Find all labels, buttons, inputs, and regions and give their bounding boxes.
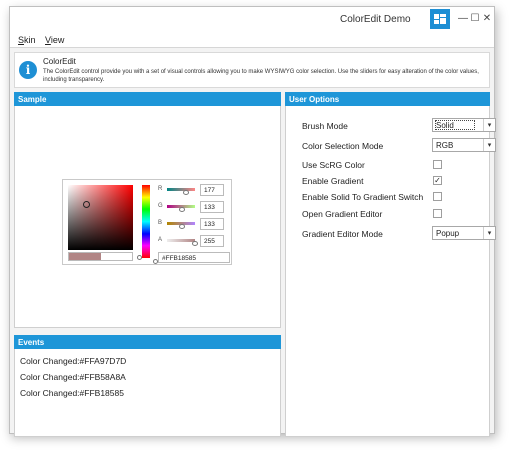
menu-view[interactable]: View xyxy=(45,35,64,45)
color-selection-mode-dropdown[interactable]: RGB ▾ xyxy=(432,138,496,152)
color-editor: R 177 G 133 B 133 A 255 #FFB18585 xyxy=(62,179,232,265)
menu-view-label: iew xyxy=(50,35,65,45)
menu-bar: Skin View xyxy=(10,31,494,48)
open-gradient-editor-checkbox[interactable] xyxy=(433,209,442,218)
enable-gradient-checkbox[interactable]: ✓ xyxy=(433,176,442,185)
gradient-editor-mode-dropdown[interactable]: Popup ▾ xyxy=(432,226,496,240)
info-description: The ColorEdit control provide you with a… xyxy=(43,69,479,83)
chevron-down-icon[interactable]: ▾ xyxy=(483,139,495,151)
sample-panel: Sample R 177 G 133 B 133 A 255 #FFB18585 xyxy=(14,92,281,328)
channel-label-r: R xyxy=(158,186,163,192)
user-options-panel: User Options Brush Mode Solid ▾ Color Se… xyxy=(285,92,496,437)
close-button[interactable]: ✕ xyxy=(481,11,493,25)
sample-panel-header: Sample xyxy=(14,92,281,106)
chevron-down-icon[interactable]: ▾ xyxy=(483,119,495,131)
alpha-value-input[interactable]: 255 xyxy=(200,235,224,247)
event-log-line: Color Changed:#FFA97D7D xyxy=(20,356,127,366)
event-log-line: Color Changed:#FFB18585 xyxy=(20,388,124,398)
hue-slider[interactable] xyxy=(142,185,150,258)
hue-slider-thumb[interactable] xyxy=(137,255,142,260)
title-bar: ColorEdit Demo — ☐ ✕ xyxy=(10,7,494,31)
gradient-editor-mode-label: Gradient Editor Mode xyxy=(302,229,383,239)
channel-row-a: A 255 xyxy=(158,235,230,249)
color-selection-mode-value: RGB xyxy=(436,141,454,150)
events-header: Events xyxy=(14,335,281,349)
green-value-input[interactable]: 133 xyxy=(200,201,224,213)
user-options-header: User Options xyxy=(285,92,490,106)
channel-label-a: A xyxy=(158,237,163,243)
color-selection-mode-label: Color Selection Mode xyxy=(302,141,384,151)
blue-slider-thumb[interactable] xyxy=(178,224,185,229)
open-gradient-editor-label: Open Gradient Editor xyxy=(302,209,383,219)
events-panel: Events Color Changed:#FFA97D7D Color Cha… xyxy=(14,335,281,437)
alpha-slider-thumb[interactable] xyxy=(192,241,198,246)
brush-mode-value: Solid xyxy=(436,121,454,130)
use-scrgb-label: Use ScRG Color xyxy=(302,160,365,170)
saturation-value-thumb[interactable] xyxy=(83,201,90,208)
red-slider[interactable] xyxy=(167,188,195,191)
info-icon: i xyxy=(19,61,37,79)
current-color-swatch xyxy=(69,253,101,260)
channel-row-r: R 177 xyxy=(158,184,230,198)
enable-gradient-label: Enable Gradient xyxy=(302,176,364,186)
channel-label-g: G xyxy=(158,203,163,209)
menu-skin[interactable]: Skin xyxy=(18,35,36,45)
app-logo-icon[interactable] xyxy=(430,9,450,29)
brush-mode-label: Brush Mode xyxy=(302,121,348,131)
red-slider-thumb[interactable] xyxy=(183,190,190,195)
enable-solid-to-gradient-label: Enable Solid To Gradient Switch xyxy=(302,192,424,202)
alpha-slider[interactable] xyxy=(167,239,195,242)
maximize-button[interactable]: ☐ xyxy=(469,11,481,25)
app-window: ColorEdit Demo — ☐ ✕ Skin View i ColorEd… xyxy=(9,6,496,437)
saturation-value-picker[interactable] xyxy=(68,185,133,250)
color-preview xyxy=(68,252,133,261)
menu-skin-label: kin xyxy=(24,35,36,45)
enable-solid-to-gradient-checkbox[interactable] xyxy=(433,192,442,201)
gradient-editor-mode-value: Popup xyxy=(436,229,460,238)
window-title: ColorEdit Demo xyxy=(340,14,411,25)
info-title: ColorEdit xyxy=(43,57,76,66)
brush-mode-dropdown[interactable]: Solid ▾ xyxy=(432,118,496,132)
use-scrgb-checkbox[interactable] xyxy=(433,160,442,169)
blue-value-input[interactable]: 133 xyxy=(200,218,224,230)
minimize-button[interactable]: — xyxy=(457,11,469,25)
channel-label-b: B xyxy=(158,220,163,226)
green-slider-thumb[interactable] xyxy=(178,207,185,212)
hex-value-input[interactable]: #FFB18585 xyxy=(158,252,230,263)
channel-row-g: G 133 xyxy=(158,201,230,215)
event-log-line: Color Changed:#FFB58A8A xyxy=(20,372,126,382)
channel-row-b: B 133 xyxy=(158,218,230,232)
red-value-input[interactable]: 177 xyxy=(200,184,224,196)
info-bar: i ColorEdit The ColorEdit control provid… xyxy=(14,52,490,88)
chevron-down-icon[interactable]: ▾ xyxy=(483,227,495,239)
